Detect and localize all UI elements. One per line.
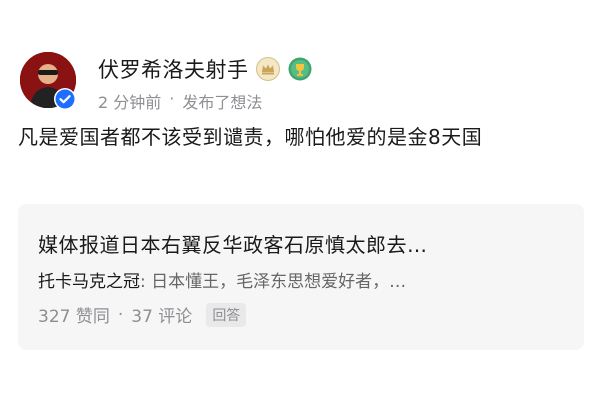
post-meta: 2 分钟前 · 发布了想法	[98, 89, 262, 113]
author-name[interactable]: 伏罗希洛夫射手	[98, 54, 249, 84]
crown-badge-icon[interactable]	[255, 56, 281, 82]
comment-count: 37 评论	[131, 307, 193, 327]
upvote-count: 327 赞同	[38, 307, 110, 327]
post-action: 发布了想法	[182, 93, 263, 112]
stats-separator: ·	[117, 304, 124, 325]
linked-answer-card[interactable]: 媒体报道日本右翼反华政客石原慎太郎去… 托卡马克之冠: 日本懂王，毛泽东思想爱好…	[18, 204, 584, 350]
verified-icon	[54, 88, 76, 110]
card-stats: 327 赞同 · 37 评论 回答	[38, 302, 247, 327]
post-time: 2 分钟前	[98, 93, 162, 112]
post-header: 伏罗希洛夫射手 2 分钟前 · 发布了想法	[20, 52, 580, 116]
excerpt-text: 日本懂王，毛泽东思想爱好者，…	[151, 272, 407, 292]
meta-separator: ·	[169, 89, 175, 108]
excerpt-separator: :	[140, 272, 146, 292]
content-type-badge: 回答	[206, 302, 247, 327]
trophy-badge-icon[interactable]	[287, 56, 313, 82]
card-excerpt: 托卡马克之冠: 日本懂王，毛泽东思想爱好者，…	[38, 267, 568, 292]
card-title[interactable]: 媒体报道日本右翼反华政客石原慎太郎去…	[38, 229, 558, 258]
author-row: 伏罗希洛夫射手	[98, 54, 313, 84]
excerpt-author: 托卡马克之冠	[38, 272, 140, 292]
post-content[interactable]: 凡是爱国者都不该受到谴责，哪怕他爱的是金8天国	[18, 122, 584, 152]
